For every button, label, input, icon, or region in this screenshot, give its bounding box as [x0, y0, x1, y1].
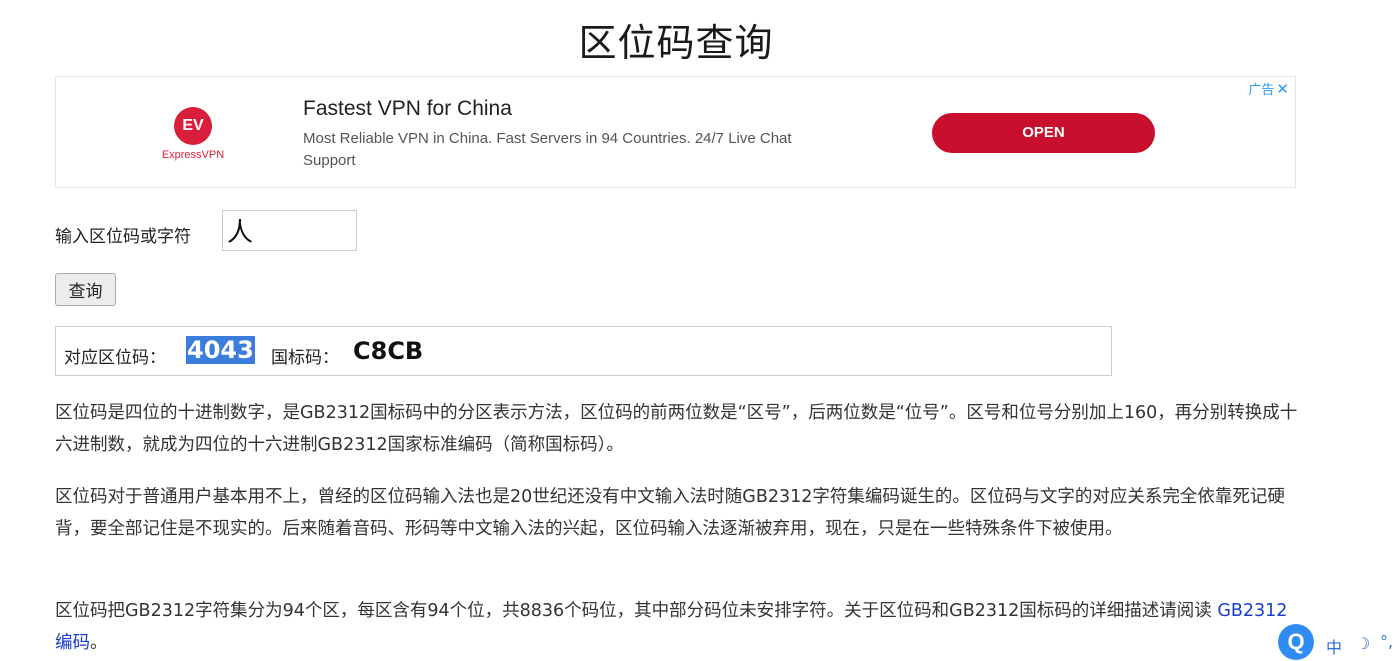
ad-open-button[interactable]: OPEN	[932, 113, 1155, 153]
expressvpn-logo[interactable]: EV ExpressVPN	[148, 107, 238, 161]
ime-mode-toggle[interactable]: 中	[1326, 634, 1342, 658]
quwei-value[interactable]: 4043	[186, 336, 255, 364]
ad-label: 广告	[1248, 83, 1275, 98]
moon-icon[interactable]: ☽	[1356, 634, 1370, 653]
query-button[interactable]: 查询	[55, 273, 116, 306]
paragraph-structure: 区位码把GB2312字符集分为94个区，每区含有94个位，共8836个码位，其中…	[55, 595, 1305, 659]
result-box: 对应区位码： 4043 国标码： C8CB	[55, 326, 1112, 376]
paragraph-definition: 区位码是四位的十进制数字，是GB2312国标码中的分区表示方法，区位码的前两位数…	[55, 403, 1298, 455]
ad-headline[interactable]: Fastest VPN for China	[303, 97, 512, 121]
expressvpn-logo-text: ExpressVPN	[161, 149, 225, 161]
gb-value[interactable]: C8CB	[353, 337, 423, 365]
code-input[interactable]	[222, 210, 357, 251]
ime-logo-icon[interactable]: Q	[1278, 624, 1314, 660]
ad-banner[interactable]: EV ExpressVPN Fastest VPN for China Most…	[55, 76, 1296, 188]
ad-choices-badge[interactable]: 广告 ✕	[1248, 79, 1289, 98]
ad-close-icon[interactable]: ✕	[1276, 80, 1289, 98]
ad-description: Most Reliable VPN in China. Fast Servers…	[303, 130, 792, 169]
quwei-label: 对应区位码：	[64, 348, 166, 368]
gb-label: 国标码：	[271, 348, 339, 368]
paragraph-history: 区位码对于普通用户基本用不上，曾经的区位码输入法也是20世纪还没有中文输入法时随…	[55, 487, 1285, 539]
ime-toolbar[interactable]: Q 中 ☽ °,	[1278, 622, 1398, 661]
input-label: 输入区位码或字符	[55, 227, 191, 247]
paragraph-structure-end: 。	[90, 633, 108, 653]
punctuation-icon[interactable]: °,	[1380, 632, 1393, 651]
expressvpn-logo-icon: EV	[174, 107, 212, 145]
page-title: 区位码查询	[578, 21, 774, 65]
paragraph-structure-text: 区位码把GB2312字符集分为94个区，每区含有94个位，共8836个码位，其中…	[55, 601, 1218, 621]
